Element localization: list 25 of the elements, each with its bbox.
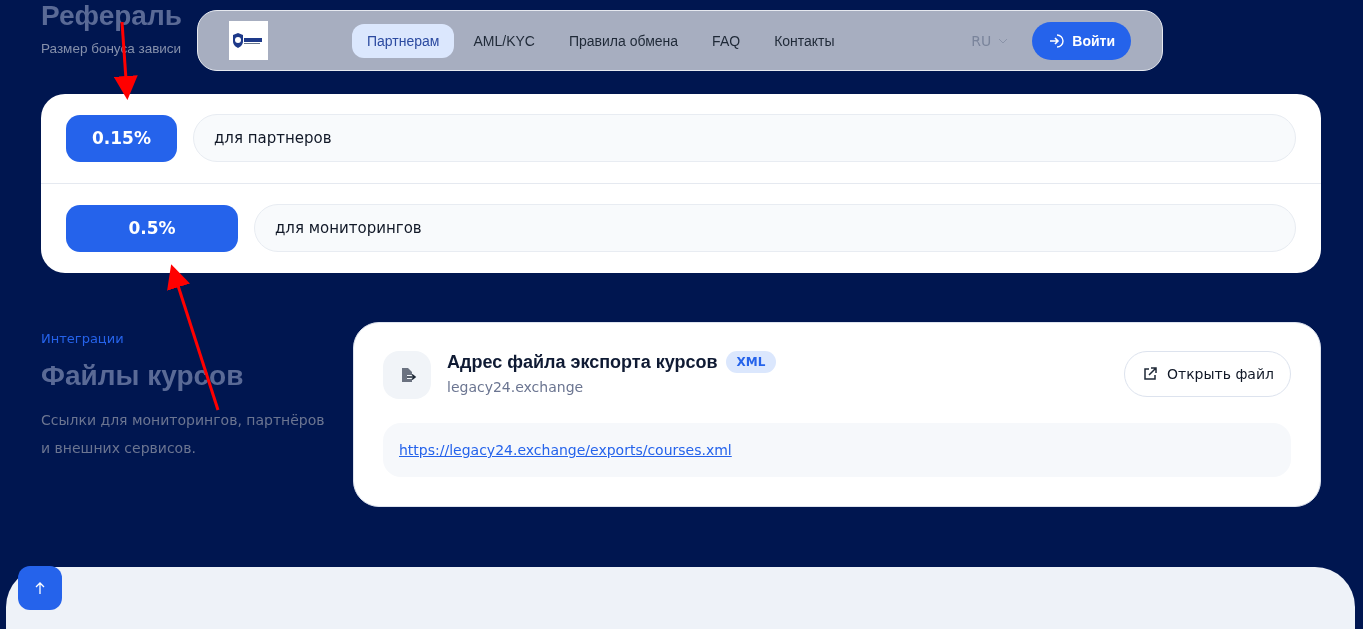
nav-link[interactable]: AML/KYC: [458, 23, 550, 58]
nav-link[interactable]: Партнерам: [352, 23, 455, 58]
open-file-button[interactable]: Открыть файл: [1123, 351, 1291, 397]
nav-link[interactable]: Контакты: [759, 23, 850, 58]
arrow-up-icon: [33, 581, 47, 595]
chevron-down-icon: [998, 37, 1009, 44]
rate-label: для партнеров: [193, 114, 1296, 162]
rate-value: 0.15%: [66, 114, 177, 162]
external-link-icon: [1142, 367, 1157, 381]
logo-icon[interactable]: [229, 21, 268, 60]
login-button[interactable]: Войти: [1032, 21, 1131, 60]
login-icon: [1048, 32, 1065, 49]
section-heading: Рефераль: [41, 0, 182, 32]
rate-label: для мониторингов: [254, 204, 1296, 252]
file-title: Адрес файла экспорта курсов: [447, 351, 718, 373]
file-url-link[interactable]: https://legacy24.exchange/exports/courses.xml: [399, 442, 732, 458]
rate-value: 0.5%: [66, 204, 238, 252]
file-export-icon: [383, 351, 431, 399]
nav-link[interactable]: FAQ: [697, 23, 756, 58]
scroll-top-button[interactable]: [18, 566, 62, 610]
nav-link[interactable]: Правила обмена: [553, 23, 694, 58]
file-domain: legacy24.exchange: [447, 379, 585, 395]
section-eyebrow: Интеграции: [41, 331, 125, 346]
format-badge: XML: [725, 351, 777, 373]
section-description: Ссылки для мониторингов, партнёров и внешних сервисов.: [41, 411, 326, 458]
